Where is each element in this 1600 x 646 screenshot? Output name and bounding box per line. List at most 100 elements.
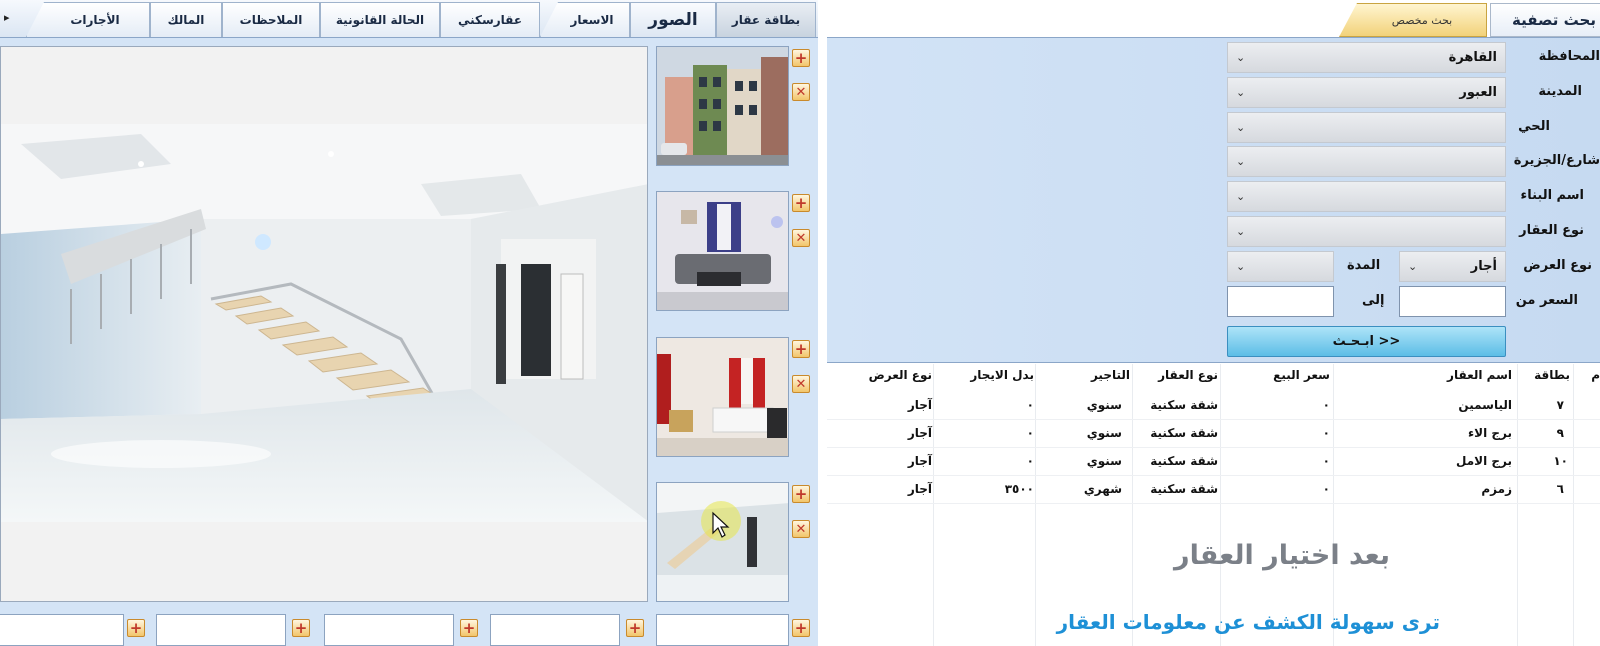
tab-custom-search[interactable]: بحث مخصص (1339, 3, 1487, 37)
cell-rent-term: سنوي (1086, 426, 1122, 440)
offer-type-select[interactable]: ⌄ أجار (1399, 251, 1506, 282)
search-button[interactable]: ابـحـث >> (1227, 326, 1506, 357)
tab-prices[interactable]: الاسعار (540, 2, 630, 37)
delete-photo-2-button[interactable]: ✕ (792, 229, 810, 247)
cell-card: ٧ (1556, 398, 1564, 412)
add-extra-photo-1-button[interactable]: + (127, 619, 145, 637)
table-row[interactable]: ٦ زمزم ٠ شقة سكنية شهري ٣٥٠٠ آجار (827, 476, 1600, 504)
extra-photo-slot-5[interactable] (656, 614, 789, 646)
extra-photo-slot-3[interactable] (324, 614, 454, 646)
main-property-photo (1, 124, 647, 522)
thumbnail-bedroom[interactable] (656, 337, 789, 457)
cell-property-type: شقة سكنية (1150, 426, 1218, 440)
table-row[interactable]: ٩ برج الاء ٠ شقة سكنية سنوي ٠ آجار (827, 420, 1600, 448)
thumbnail-building[interactable] (656, 46, 789, 166)
street-select[interactable]: ⌄ (1227, 146, 1506, 177)
tab-filter-search[interactable]: بحث تصفية (1490, 3, 1600, 37)
column-header-property-type[interactable]: نوع العقار (1158, 368, 1218, 382)
cell-name: برج الاء (1468, 426, 1512, 440)
cell-name: الياسمين (1458, 398, 1512, 412)
column-header-sale-price[interactable]: سعر البيع (1273, 368, 1330, 382)
price-from-input[interactable] (1399, 286, 1506, 317)
column-header-rent[interactable]: بدل الايجار (970, 368, 1034, 382)
cell-sale-price: ٠ (1322, 398, 1330, 412)
add-extra-photo-2-button[interactable]: + (292, 619, 310, 637)
left-tab-bar: ▸ الأجارات المالك الملاحظات الحالة القان… (0, 0, 818, 38)
cell-rent: ٠ (1026, 398, 1034, 412)
governorate-value: القاهرة (1448, 50, 1497, 65)
chevron-down-icon: ⌄ (1236, 121, 1246, 134)
extra-photo-slot-4[interactable] (490, 614, 620, 646)
column-header-offer-type[interactable]: نوع العرض (869, 368, 932, 382)
governorate-select[interactable]: ⌄ القاهرة (1227, 42, 1506, 73)
filter-form: المحافظة ⌄ القاهرة المدينة ⌄ العبور الحي… (827, 38, 1600, 363)
cell-rent: ٣٥٠٠ (1004, 482, 1034, 496)
tab-property-card[interactable]: بطاقة عقار (716, 2, 816, 37)
tab-owner[interactable]: المالك (150, 2, 222, 37)
extra-photo-slot-1[interactable] (0, 614, 124, 646)
cell-name: برج الامل (1456, 454, 1512, 468)
results-table: م بطاقة اسم العقار سعر البيع نوع العقار … (827, 364, 1600, 646)
cell-rent: ٠ (1026, 454, 1034, 468)
offer-type-label: نوع العرض (1523, 258, 1592, 273)
price-to-input[interactable] (1227, 286, 1334, 317)
chevron-down-icon: ⌄ (1236, 260, 1246, 273)
tab-notes[interactable]: الملاحظات (222, 2, 320, 37)
price-from-label: السعر من (1515, 293, 1578, 308)
cell-rent-term: سنوي (1086, 398, 1122, 412)
chevron-down-icon: ⌄ (1408, 260, 1418, 273)
column-header-name[interactable]: اسم العقار (1447, 368, 1512, 382)
column-header-number[interactable]: م (1591, 368, 1600, 382)
chevron-down-icon: ⌄ (1236, 190, 1246, 203)
column-header-rent-term[interactable]: التاجير (1091, 368, 1130, 382)
tab-photos[interactable]: الصور (630, 2, 716, 37)
table-row[interactable]: ١٠ برج الامل ٠ شقة سكنية سنوي ٠ آجار (827, 448, 1600, 476)
table-row[interactable]: ٧ الياسمين ٠ شقة سكنية سنوي ٠ آجار (827, 392, 1600, 420)
district-select[interactable]: ⌄ (1227, 112, 1506, 143)
street-label: شارع/الجزيرة (1513, 153, 1600, 168)
cell-sale-price: ٠ (1322, 482, 1330, 496)
tab-aqarskni[interactable]: عقارسكني (440, 2, 540, 37)
property-photos-pane: ▸ الأجارات المالك الملاحظات الحالة القان… (0, 0, 818, 646)
governorate-label: المحافظة (1538, 49, 1600, 64)
city-select[interactable]: ⌄ العبور (1227, 77, 1506, 108)
add-photo-1-button[interactable]: + (792, 49, 810, 67)
tab-legal-status[interactable]: الحالة القانونية (320, 2, 440, 37)
main-photo-viewer (0, 46, 648, 602)
chevron-down-icon: ⌄ (1236, 86, 1246, 99)
delete-photo-3-button[interactable]: ✕ (792, 375, 810, 393)
extra-photo-slot-2[interactable] (156, 614, 286, 646)
column-header-card[interactable]: بطاقة (1534, 368, 1570, 382)
thumbnail-living-room[interactable] (656, 191, 789, 311)
add-extra-photo-5-button[interactable]: + (792, 619, 810, 637)
chevron-down-icon: ⌄ (1236, 155, 1246, 168)
property-type-label: نوع العقار (1519, 223, 1584, 238)
cell-rent-term: شهري (1083, 482, 1122, 496)
scroll-tabs-arrow-icon[interactable]: ▸ (4, 11, 10, 24)
add-extra-photo-4-button[interactable]: + (626, 619, 644, 637)
building-label: اسم البناء (1520, 188, 1584, 203)
price-to-label: إلى (1362, 293, 1385, 308)
cell-card: ١٠ (1553, 454, 1568, 468)
duration-select[interactable]: ⌄ (1227, 251, 1334, 282)
cell-sale-price: ٠ (1322, 454, 1330, 468)
building-select[interactable]: ⌄ (1227, 181, 1506, 212)
district-label: الحي (1518, 119, 1550, 134)
add-photo-2-button[interactable]: + (792, 194, 810, 212)
delete-photo-4-button[interactable]: ✕ (792, 520, 810, 538)
delete-photo-1-button[interactable]: ✕ (792, 83, 810, 101)
cell-offer-type: آجار (907, 398, 932, 412)
promo-headline: بعد اختيار العقار (1174, 540, 1390, 571)
cell-offer-type: آجار (907, 482, 932, 496)
add-photo-3-button[interactable]: + (792, 340, 810, 358)
add-extra-photo-3-button[interactable]: + (460, 619, 478, 637)
right-tab-bar: بحث مخصص بحث تصفية (827, 0, 1600, 38)
chevron-down-icon: ⌄ (1236, 225, 1246, 238)
tab-rentals[interactable]: الأجارات (26, 2, 150, 37)
cell-property-type: شقة سكنية (1150, 454, 1218, 468)
chevron-down-icon: ⌄ (1236, 51, 1246, 64)
offer-type-value: أجار (1470, 259, 1497, 274)
property-type-select[interactable]: ⌄ (1227, 216, 1506, 247)
add-photo-4-button[interactable]: + (792, 485, 810, 503)
thumbnail-hallway[interactable] (656, 482, 789, 602)
